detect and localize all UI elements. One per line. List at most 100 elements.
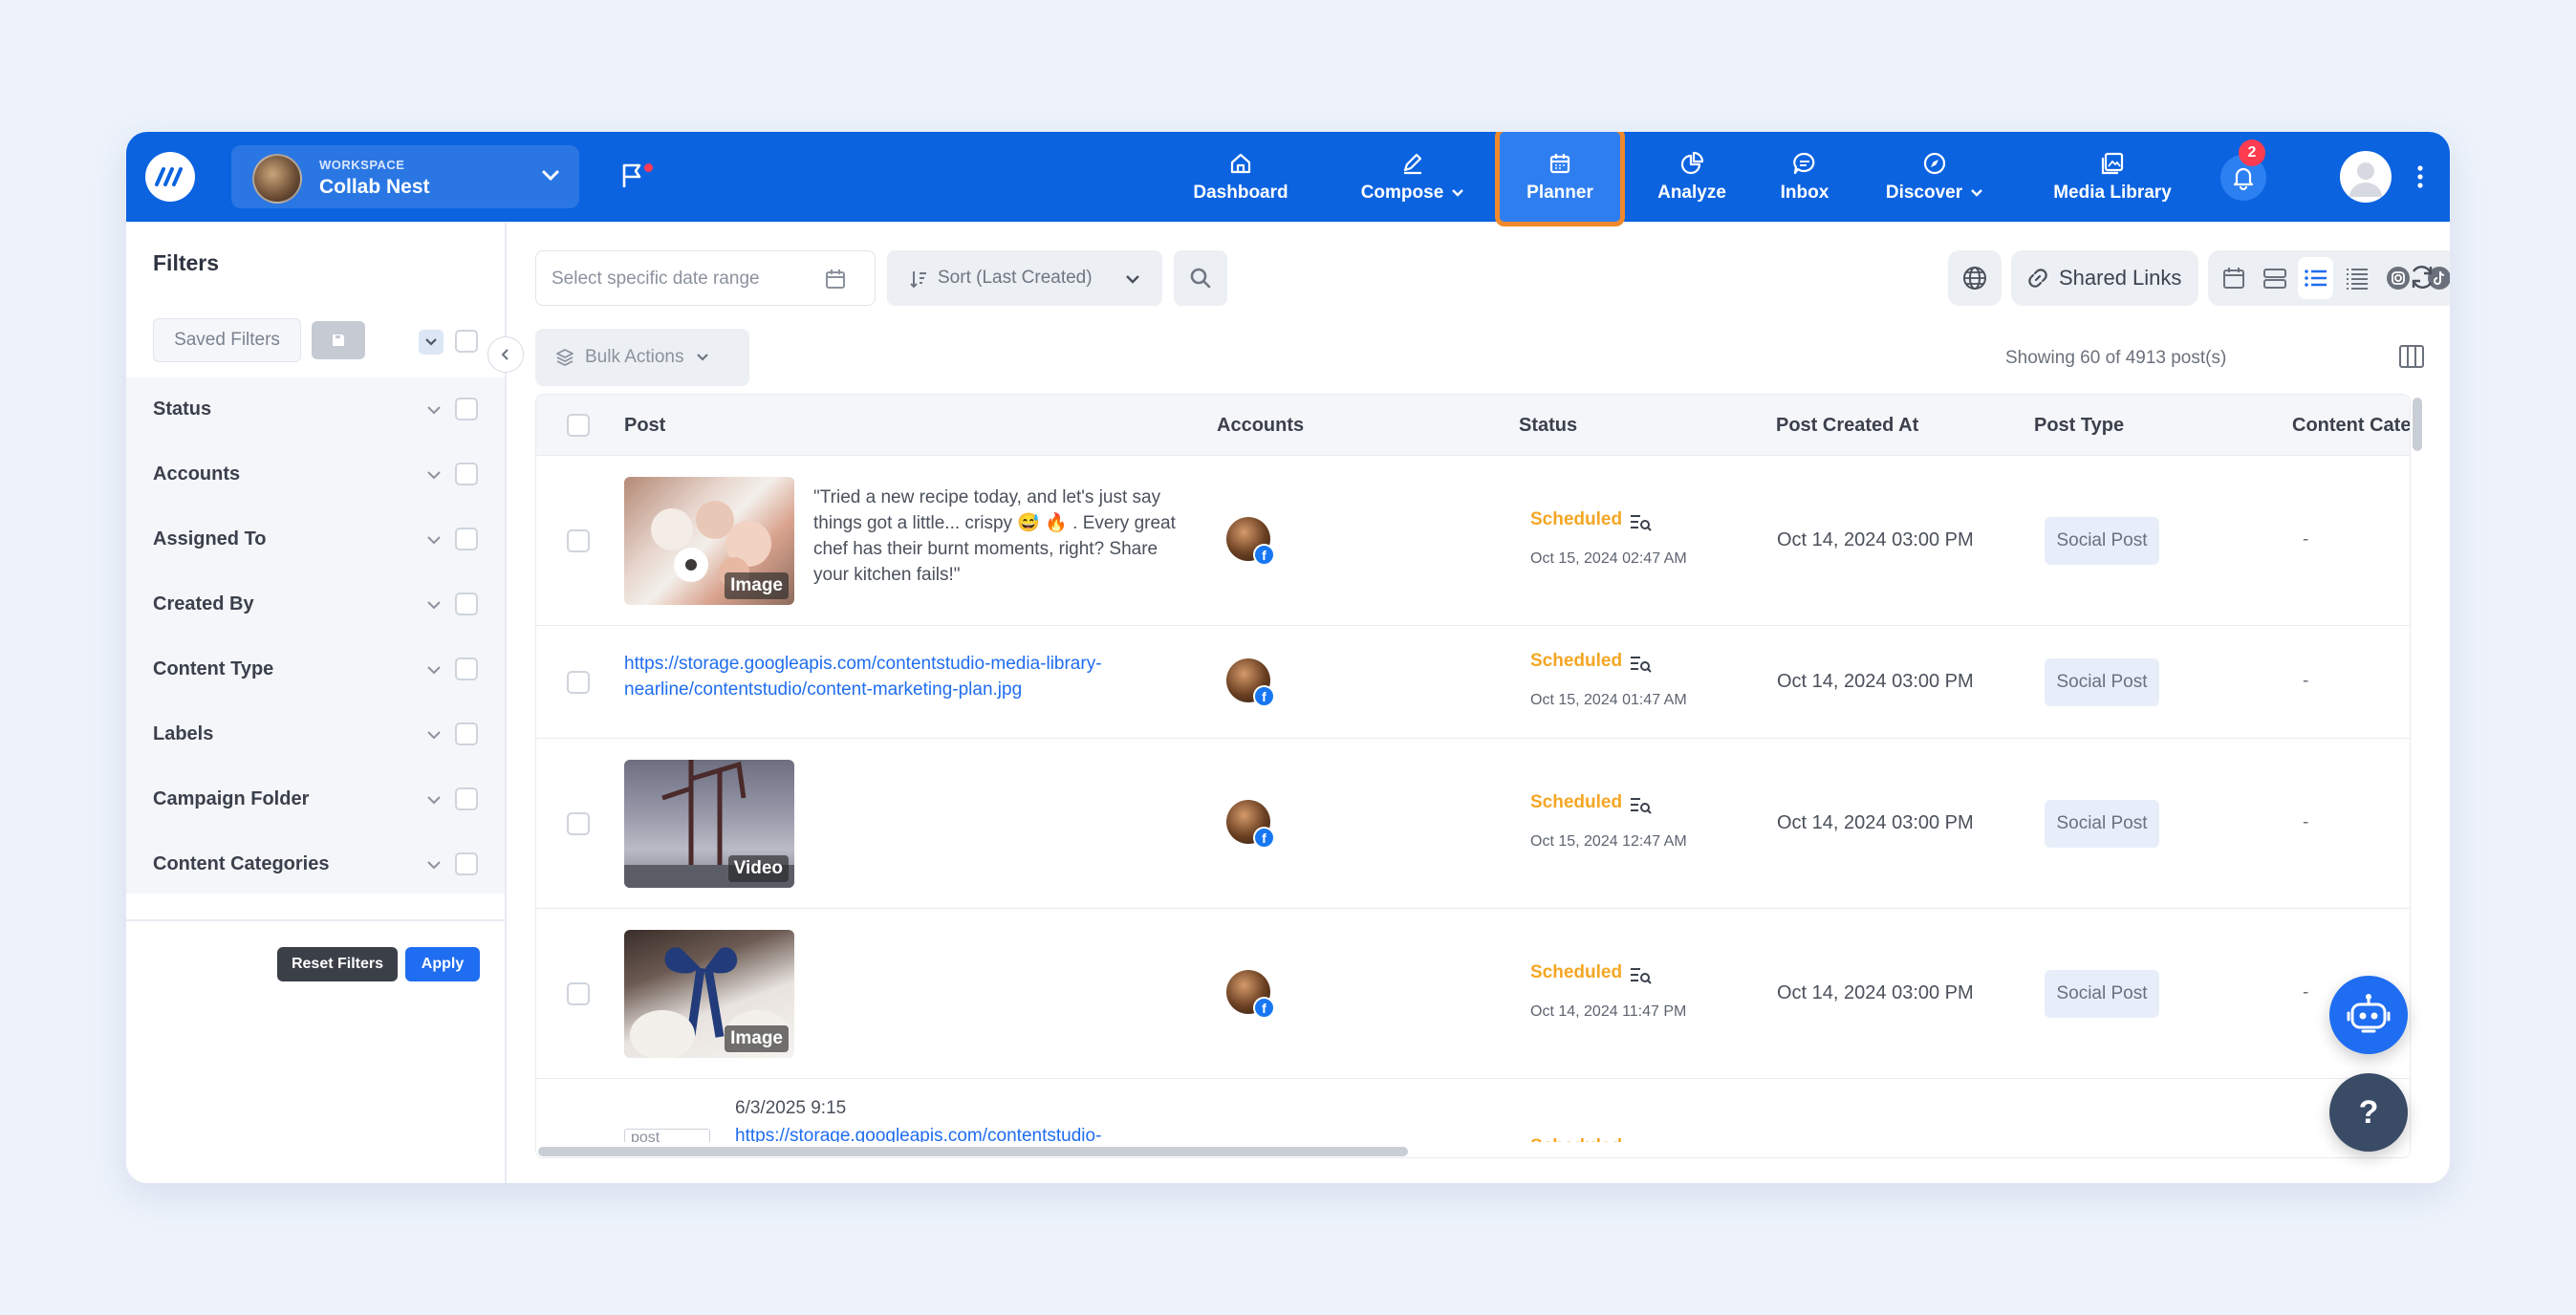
shared-links-label: Shared Links xyxy=(2059,266,2182,290)
row-checkbox[interactable] xyxy=(567,671,590,694)
collapse-sidebar-button[interactable] xyxy=(487,336,524,373)
filter-checkbox[interactable] xyxy=(455,463,478,485)
ai-assistant-button[interactable] xyxy=(2329,976,2408,1054)
scheduled-time: Oct 15, 2024 02:47 AM xyxy=(1530,550,1687,567)
queue-list-icon[interactable] xyxy=(1629,795,1652,816)
filter-checkbox[interactable] xyxy=(455,787,478,810)
table-row[interactable]: https://storage.googleapis.com/contentst… xyxy=(536,626,2410,739)
scheduled-time: Oct 15, 2024 12:47 AM xyxy=(1530,833,1687,850)
filter-labels[interactable]: Labels xyxy=(126,702,505,767)
filter-label: Labels xyxy=(153,723,214,744)
filter-checkbox[interactable] xyxy=(455,398,478,420)
notifications-badge: 2 xyxy=(2239,140,2265,166)
sort-dropdown[interactable]: Sort (Last Created) xyxy=(887,250,1162,306)
filter-status[interactable]: Status xyxy=(126,377,505,442)
help-button[interactable]: ? xyxy=(2329,1073,2408,1152)
feed-view-button[interactable] xyxy=(2257,257,2292,299)
facebook-icon: f xyxy=(1253,544,1275,566)
search-button[interactable] xyxy=(1174,250,1227,306)
filter-assigned-to[interactable]: Assigned To xyxy=(126,507,505,572)
filter-label: Accounts xyxy=(153,463,241,485)
content-category: - xyxy=(2303,982,2309,1002)
bell-icon xyxy=(2233,167,2254,190)
queue-list-icon[interactable] xyxy=(1629,512,1652,533)
chevron-down-icon xyxy=(427,471,441,480)
queue-list-icon[interactable] xyxy=(1629,965,1652,986)
row-checkbox[interactable] xyxy=(567,529,590,552)
filter-checkbox[interactable] xyxy=(455,658,478,680)
save-icon xyxy=(333,334,344,346)
row-checkbox[interactable] xyxy=(567,812,590,835)
filter-checkbox[interactable] xyxy=(455,722,478,745)
workspace-selector[interactable]: WORKSPACE Collab Nest xyxy=(231,145,579,208)
account-avatar: f xyxy=(1226,970,1275,1019)
nav-inbox[interactable]: Inbox xyxy=(1772,132,1837,222)
table-row[interactable]: Image f Scheduled Oct 14, 2024 11:47 PM … xyxy=(536,909,2410,1079)
post-thumbnail[interactable]: Image xyxy=(624,477,794,605)
chevron-down-icon xyxy=(696,354,708,361)
saved-filters-dropdown[interactable]: Saved Filters xyxy=(153,318,301,362)
chevron-down-icon xyxy=(425,338,437,346)
nav-dashboard[interactable]: Dashboard xyxy=(1191,132,1290,222)
col-post-created-at: Post Created At xyxy=(1776,415,1919,436)
filter-label: Content Type xyxy=(153,658,274,679)
select-all-dropdown[interactable] xyxy=(419,330,444,355)
results-count: Showing 60 of 4913 post(s) xyxy=(2005,348,2227,368)
nav-discover[interactable]: Discover xyxy=(1881,132,1988,222)
nav-analyze[interactable]: Analyze xyxy=(1650,132,1734,222)
row-checkbox[interactable] xyxy=(567,982,590,1005)
nav-compose[interactable]: Compose xyxy=(1353,132,1472,222)
horizontal-scroll-thumb[interactable] xyxy=(538,1147,1408,1156)
created-at: Oct 14, 2024 03:00 PM xyxy=(1777,982,1974,1003)
queue-list-icon[interactable] xyxy=(1629,654,1652,675)
post-type-badge: Social Post xyxy=(2045,800,2159,848)
apply-filters-button[interactable]: Apply xyxy=(405,947,480,981)
bulk-actions-dropdown[interactable]: Bulk Actions xyxy=(535,329,749,386)
account-avatar: f xyxy=(1226,658,1275,707)
calendar-icon xyxy=(826,269,845,289)
filter-checkbox[interactable] xyxy=(455,528,478,550)
filter-content-categories[interactable]: Content Categories xyxy=(126,832,505,897)
columns-icon[interactable] xyxy=(2397,342,2426,371)
calendar-view-button[interactable] xyxy=(2216,257,2251,299)
horizontal-scrollbar[interactable] xyxy=(536,1142,2410,1157)
media-type-tag: Video xyxy=(727,855,789,882)
list-view-button[interactable] xyxy=(2298,257,2333,299)
calendar-icon xyxy=(2222,268,2244,289)
post-thumbnail[interactable]: Image xyxy=(624,930,794,1058)
refresh-icon[interactable] xyxy=(2405,260,2439,294)
workspace-label: WORKSPACE xyxy=(319,158,405,172)
vertical-scrollbar[interactable] xyxy=(2411,394,2424,455)
created-at: Oct 14, 2024 03:00 PM xyxy=(1777,529,1974,550)
more-options-icon[interactable] xyxy=(2415,164,2425,189)
post-thumbnail[interactable]: Video xyxy=(624,760,794,888)
flag-icon[interactable] xyxy=(617,161,647,191)
user-avatar[interactable] xyxy=(2340,151,2392,203)
post-type-badge: Social Post xyxy=(2045,970,2159,1018)
filter-created-by[interactable]: Created By xyxy=(126,572,505,637)
app-logo[interactable] xyxy=(145,152,195,202)
reset-filters-button[interactable]: Reset Filters xyxy=(277,947,398,981)
save-filter-button[interactable] xyxy=(312,321,365,359)
table-row[interactable]: Image "Tried a new recipe today, and let… xyxy=(536,456,2410,626)
filters-sidebar: Filters Saved Filters Status Accounts As… xyxy=(126,222,524,1183)
select-all-filters-checkbox[interactable] xyxy=(455,330,478,353)
timezone-button[interactable] xyxy=(1948,250,2002,306)
filter-accounts[interactable]: Accounts xyxy=(126,442,505,507)
compact-list-view-button[interactable] xyxy=(2339,257,2374,299)
filter-checkbox[interactable] xyxy=(455,593,478,615)
date-range-input[interactable]: Select specific date range xyxy=(535,250,876,306)
vertical-scroll-thumb[interactable] xyxy=(2413,398,2422,451)
filter-content-type[interactable]: Content Type xyxy=(126,637,505,702)
shared-links-button[interactable]: Shared Links xyxy=(2011,250,2198,306)
filter-checkbox[interactable] xyxy=(455,852,478,875)
content-category: - xyxy=(2303,529,2309,550)
filter-label: Status xyxy=(153,399,212,420)
select-all-posts-checkbox[interactable] xyxy=(567,414,590,437)
post-link[interactable]: https://storage.googleapis.com/contentst… xyxy=(624,651,1179,702)
table-row[interactable]: Video f Scheduled Oct 15, 2024 12:47 AM … xyxy=(536,739,2410,909)
filter-label: Created By xyxy=(153,593,254,614)
filter-campaign-folder[interactable]: Campaign Folder xyxy=(126,767,505,832)
nav-media-library[interactable]: Media Library xyxy=(2047,132,2177,222)
nav-planner[interactable]: Planner xyxy=(1495,132,1625,226)
